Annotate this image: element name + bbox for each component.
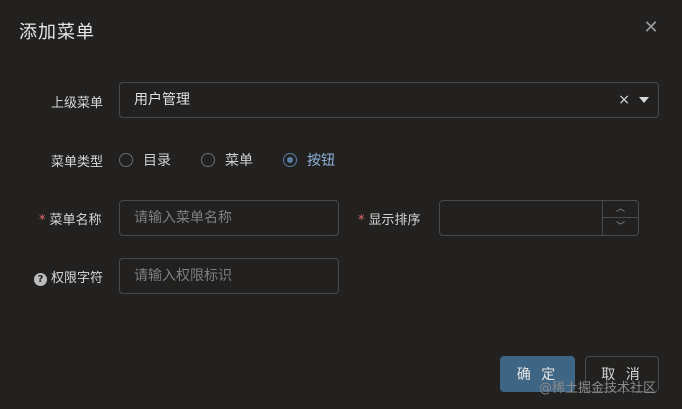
required-mark: * <box>39 213 46 228</box>
display-order-input[interactable]: ︿ ﹀ <box>439 200 639 236</box>
parent-menu-label: 上级菜单 <box>51 96 104 111</box>
radio-circle-icon[interactable] <box>283 153 297 167</box>
quantity-stepper[interactable]: ︿ ﹀ <box>602 201 638 235</box>
menu-type-radio-group: 目录 菜单 按钮 <box>119 150 365 170</box>
required-mark: * <box>358 213 365 228</box>
display-order-label: * 显示排序 <box>358 213 421 228</box>
close-icon[interactable]: ✕ <box>641 18 661 38</box>
radio-button[interactable]: 按钮 <box>283 150 335 170</box>
radio-label: 目录 <box>143 153 171 169</box>
radio-circle-icon[interactable] <box>119 153 133 167</box>
menu-name-placeholder: 请输入菜单名称 <box>134 210 232 226</box>
dialog-title: 添加菜单 <box>19 22 95 43</box>
menu-name-input[interactable]: 请输入菜单名称 <box>119 200 339 236</box>
permission-input[interactable]: 请输入权限标识 <box>119 258 339 294</box>
radio-label: 按钮 <box>307 153 335 169</box>
permission-placeholder: 请输入权限标识 <box>134 268 232 284</box>
chevron-down-icon[interactable]: ﹀ <box>603 218 638 235</box>
permission-label: ? 权限字符 <box>34 267 103 286</box>
radio-circle-icon[interactable] <box>201 153 215 167</box>
parent-menu-select[interactable]: 用户管理 × <box>119 82 659 118</box>
radio-label: 菜单 <box>225 153 253 169</box>
menu-name-label: * 菜单名称 <box>39 213 102 228</box>
add-menu-dialog: 添加菜单 ✕ 上级菜单 用户管理 × 菜单类型 目录 菜单 按钮 * 菜单名称 请… <box>0 0 682 409</box>
question-circle-icon[interactable]: ? <box>34 273 47 286</box>
chevron-down-icon[interactable] <box>639 97 649 103</box>
clear-icon[interactable]: × <box>618 83 630 117</box>
radio-menu[interactable]: 菜单 <box>201 150 253 170</box>
menu-type-label: 菜单类型 <box>51 155 104 170</box>
radio-directory[interactable]: 目录 <box>119 150 171 170</box>
watermark: @稀土掘金技术社区 <box>539 381 657 396</box>
parent-menu-value: 用户管理 <box>134 92 190 108</box>
